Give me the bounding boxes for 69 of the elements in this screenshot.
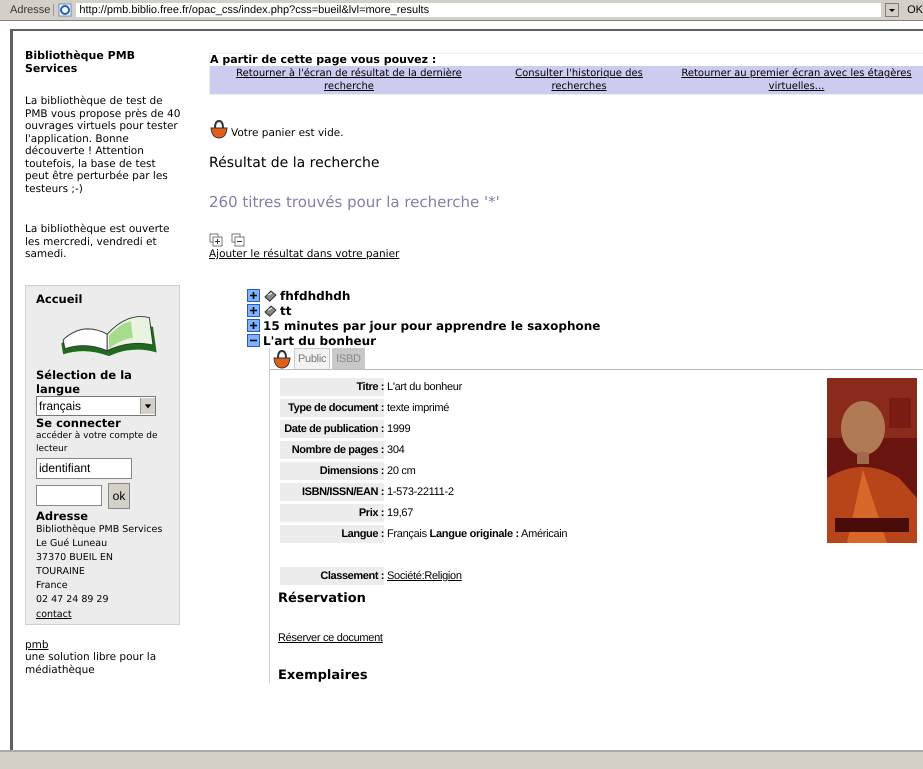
copies-heading: Exemplaires	[278, 668, 369, 683]
field-label: Langue :	[280, 525, 384, 543]
address-heading: Adresse	[36, 508, 90, 522]
expand-icon[interactable]	[247, 289, 260, 302]
intro-text: La bibliothèque de test de PMB vous propose près de 40 ouvrages virtuels pour tester l'application. Bonne découverte ! Attention toutefois, la base de test peut être perturbée par les testeurs ;-)	[25, 95, 181, 195]
login-field[interactable]: identifiant	[36, 458, 132, 478]
reserve-link[interactable]: Réserver ce document	[278, 632, 383, 644]
panel-heading: Accueil	[36, 292, 84, 306]
field-value: 1999	[387, 423, 410, 435]
field-value: 19,67	[387, 507, 414, 519]
ok-button[interactable]: ok	[108, 482, 130, 508]
address-label: Adresse	[10, 4, 54, 16]
collapse-icon[interactable]	[247, 334, 260, 347]
field-value: L'art du bonheur	[387, 381, 462, 393]
reservation-heading: Réservation	[278, 591, 367, 606]
tagline-text: une solution libre pour la médiathèque	[25, 650, 158, 676]
address-line: Bibliothèque PMB Services	[36, 522, 164, 536]
remove-all-icon[interactable]	[231, 233, 245, 247]
tab[interactable]: Public	[294, 348, 330, 369]
classification-link[interactable]: Société:Religion	[387, 570, 462, 582]
result-title[interactable]: 15 minutes par jour pour apprendre le saxophone	[263, 318, 600, 332]
basket-icon	[209, 119, 229, 139]
field-label: Nombre de pages :	[280, 441, 384, 459]
field-value: 20 cm	[387, 465, 416, 477]
dropdown-arrow-icon[interactable]	[144, 402, 152, 410]
results-heading: Résultat de la recherche	[209, 155, 381, 171]
pmb-link[interactable]: pmb	[25, 638, 49, 650]
field-value: Français Langue originale : Américain	[387, 528, 568, 540]
result-title[interactable]: tt	[280, 304, 292, 318]
address-line: 02 47 24 89 29	[36, 592, 110, 606]
language-select[interactable]: français	[36, 396, 156, 416]
book-icon	[263, 304, 277, 318]
expand-icon[interactable]	[247, 319, 260, 332]
field-value: 1-573-22111-2	[387, 486, 454, 498]
field-label: Dimensions :	[280, 462, 384, 480]
login-hint: accéder à votre compte de lecteur	[36, 430, 159, 456]
field-label: Date de publication :	[280, 420, 384, 438]
language-label: Sélection de la langue	[36, 368, 133, 396]
address-line: TOURAINE	[36, 564, 86, 578]
field-label: Prix :	[280, 504, 384, 522]
add-all-icon[interactable]	[209, 233, 223, 247]
basket-icon	[272, 349, 292, 369]
field-label: Type de document :	[280, 399, 384, 417]
field-label: Titre :	[280, 378, 384, 396]
result-title[interactable]: fhfdhdhdh	[280, 288, 350, 302]
address-line: France	[36, 578, 69, 592]
expand-icon[interactable]	[247, 304, 260, 317]
login-heading: Se connecter	[36, 416, 122, 430]
result-title[interactable]: L'art du bonheur	[263, 334, 376, 348]
contact-link[interactable]: contact	[36, 608, 72, 620]
intro-text: La bibliothèque est ouverte les mercredi, vendredi et samedi.	[25, 223, 171, 260]
field-value: 304	[387, 444, 404, 456]
action-link[interactable]: Retourner à l'écran de résultat de la dernière recherche	[214, 67, 484, 93]
field-label: Classement :	[280, 567, 384, 585]
url-field[interactable]: http://pmb.biblio.free.fr/opac_css/index.php?css=bueil&lvl=more_results	[76, 3, 882, 17]
action-link[interactable]: Retourner au premier écran avec les étagères virtuelles...	[674, 67, 919, 93]
library-title: Bibliothèque PMB Services	[25, 49, 136, 75]
cart-message: Votre panier est vide.	[231, 127, 344, 139]
address-line: 37370 BUEIL EN	[36, 550, 114, 564]
add-to-cart-link[interactable]: Ajouter le résultat dans votre panier	[209, 248, 400, 260]
results-count: 260 titres trouvés pour la recherche '*'	[209, 193, 501, 211]
actions-heading: A partir de cette page vous pouvez :	[210, 54, 438, 66]
address-line: Le Gué Luneau	[36, 536, 108, 550]
password-field[interactable]	[36, 485, 102, 506]
page-icon	[58, 3, 72, 17]
action-link[interactable]: Consulter l'historique des recherches	[494, 67, 664, 93]
field-value: texte imprimé	[387, 402, 450, 414]
book-icon	[263, 288, 277, 302]
field-label: ISBN/ISSN/EAN :	[280, 483, 384, 501]
